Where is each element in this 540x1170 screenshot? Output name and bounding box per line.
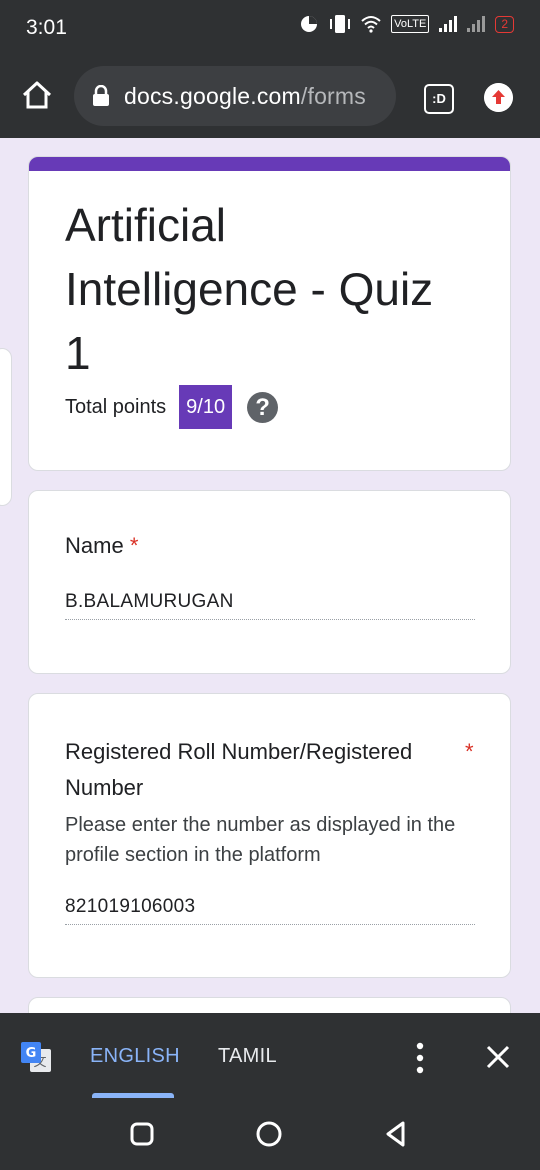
question-label: Name * [65, 533, 138, 559]
status-bar: 3:01 VoLTE 2 [0, 0, 540, 56]
form-accent-bar [29, 157, 510, 171]
points-badge: 9/10 [179, 385, 233, 429]
side-panel-peek [0, 348, 12, 506]
pie-clock-icon [301, 16, 318, 32]
answer-text: 821019106003 [65, 896, 475, 925]
status-icons: VoLTE 2 [299, 14, 514, 34]
url-text: docs.google.com/forms [124, 83, 366, 110]
battery-icon: 2 [495, 15, 514, 33]
question-title: Name [65, 533, 124, 558]
url-host: docs.google.com [124, 82, 301, 109]
tab-switcher-icon[interactable]: :D [424, 84, 454, 114]
help-icon[interactable]: ? [247, 391, 279, 423]
selected-language-indicator [92, 1093, 174, 1098]
question-title: Registered Roll Number/Registered Number [65, 739, 413, 800]
close-icon[interactable] [484, 1043, 512, 1071]
total-points-row: Total points 9/10 ? [65, 385, 279, 429]
signal-icon [467, 16, 486, 32]
status-time: 3:01 [26, 16, 67, 39]
required-mark: * [129, 533, 139, 558]
form-title: Artificial Intelligence - Quiz 1 [65, 199, 434, 379]
google-translate-icon[interactable]: 文 G [20, 1041, 52, 1073]
question-card-name: Name * B.BALAMURUGAN [28, 490, 511, 674]
home-icon[interactable] [20, 78, 54, 112]
svg-text:G: G [26, 1046, 37, 1061]
form-header-card: Artificial Intelligence - Quiz 1 Total p… [28, 156, 511, 471]
browser-toolbar: docs.google.com/forms :D [0, 56, 540, 138]
signal-icon [439, 16, 458, 32]
url-bar[interactable]: docs.google.com/forms [74, 66, 396, 126]
answer-text: B.BALAMURUGAN [65, 591, 475, 620]
wifi-icon [361, 16, 381, 33]
question-card-roll-number: Registered Roll Number/Registered Number… [28, 693, 511, 978]
language-tab-tamil[interactable]: TAMIL [218, 1045, 277, 1068]
url-path: /forms [300, 82, 366, 109]
language-tab-english[interactable]: ENGLISH [90, 1045, 180, 1068]
question-description: Please enter the number as displayed in … [65, 814, 456, 866]
translate-bar: 文 G ENGLISH TAMIL [0, 1013, 540, 1099]
required-mark: * [465, 739, 474, 764]
more-vert-icon[interactable] [408, 1041, 432, 1075]
recents-icon[interactable] [127, 1119, 157, 1149]
update-arrow-icon[interactable] [484, 83, 513, 112]
volte-badge: VoLTE [391, 15, 430, 33]
points-label: Total points [65, 395, 167, 418]
vibrate-icon [330, 15, 351, 33]
back-icon[interactable] [381, 1119, 411, 1149]
home-circle-icon[interactable] [254, 1119, 284, 1149]
lock-icon [93, 85, 109, 106]
system-nav-bar [0, 1099, 540, 1170]
